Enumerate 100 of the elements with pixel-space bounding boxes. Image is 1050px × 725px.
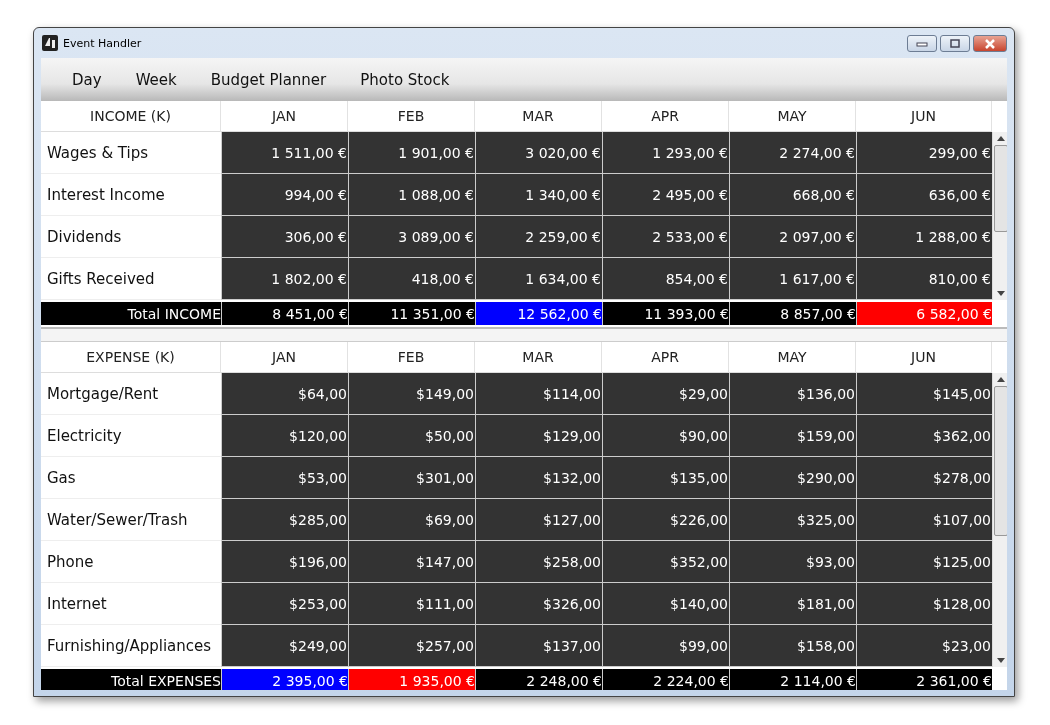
table-cell: 3 089,00 €: [348, 216, 475, 258]
table-cell: 2 274,00 €: [729, 132, 856, 174]
column-header: JUN: [856, 342, 992, 373]
table-cell: 299,00 €: [856, 132, 992, 174]
maximize-button[interactable]: [940, 35, 970, 52]
menu-item[interactable]: Budget Planner: [193, 70, 344, 89]
table-cell: $127,00: [475, 499, 602, 541]
table-cell: $132,00: [475, 457, 602, 499]
total-label: Total EXPENSES: [41, 669, 221, 690]
column-header: MAR: [475, 101, 602, 132]
total-label: Total INCOME: [41, 302, 221, 325]
table-cell: $137,00: [475, 625, 602, 667]
table-cell: $99,00: [602, 625, 729, 667]
table-cell: $64,00: [221, 373, 348, 415]
table-cell: 3 020,00 €: [475, 132, 602, 174]
total-cell: 2 361,00 €: [856, 669, 992, 690]
table-cell: $69,00: [348, 499, 475, 541]
table-cell: $147,00: [348, 541, 475, 583]
total-cell: 6 582,00 €: [856, 302, 992, 325]
table-cell: $285,00: [221, 499, 348, 541]
menu-item[interactable]: Week: [118, 70, 194, 89]
table-cell: $257,00: [348, 625, 475, 667]
table-cell: $145,00: [856, 373, 992, 415]
minimize-button[interactable]: [907, 35, 937, 52]
column-header: MAR: [475, 342, 602, 373]
maximize-icon: [949, 38, 961, 49]
table-cell: $158,00: [729, 625, 856, 667]
table-cell: 810,00 €: [856, 258, 992, 300]
table-cell: 994,00 €: [221, 174, 348, 216]
table-cell: 2 495,00 €: [602, 174, 729, 216]
scrollbar-thumb[interactable]: [993, 145, 1007, 232]
total-cell: 2 224,00 €: [602, 669, 729, 690]
table-cell: 1 340,00 €: [475, 174, 602, 216]
scroll-down-icon[interactable]: [996, 291, 1005, 296]
column-header: JUN: [856, 101, 992, 132]
table-cell: $128,00: [856, 583, 992, 625]
table-cell: $301,00: [348, 457, 475, 499]
total-cell: 8 451,00 €: [221, 302, 348, 325]
total-cell: 12 562,00 €: [475, 302, 602, 325]
table-cell: $290,00: [729, 457, 856, 499]
scroll-up-icon[interactable]: [996, 136, 1005, 141]
column-header: MAY: [729, 101, 856, 132]
total-cell: 8 857,00 €: [729, 302, 856, 325]
table-cell: 2 533,00 €: [602, 216, 729, 258]
table-cell: 1 293,00 €: [602, 132, 729, 174]
table-cell: $326,00: [475, 583, 602, 625]
table-cell: $140,00: [602, 583, 729, 625]
table-cell: $136,00: [729, 373, 856, 415]
column-header: JAN: [221, 342, 348, 373]
column-header: FEB: [348, 101, 475, 132]
column-header: MAY: [729, 342, 856, 373]
table-cell: 1 288,00 €: [856, 216, 992, 258]
table-cell: $258,00: [475, 541, 602, 583]
column-header: APR: [602, 342, 729, 373]
table-cell: $135,00: [602, 457, 729, 499]
table-cell: $111,00: [348, 583, 475, 625]
scrollbar[interactable]: [992, 132, 1007, 300]
table-cell: $107,00: [856, 499, 992, 541]
table-cell: $90,00: [602, 415, 729, 457]
table-cell: 1 901,00 €: [348, 132, 475, 174]
close-icon: [984, 38, 996, 49]
table-cell: 306,00 €: [221, 216, 348, 258]
table-cell: $249,00: [221, 625, 348, 667]
table-cell: 854,00 €: [602, 258, 729, 300]
table-cell: $29,00: [602, 373, 729, 415]
menu-item[interactable]: Photo Stock: [343, 70, 467, 89]
window-title: Event Handler: [63, 36, 142, 50]
total-cell: 11 393,00 €: [602, 302, 729, 325]
close-button[interactable]: [973, 35, 1007, 52]
column-header: FEB: [348, 342, 475, 373]
table-cell: 2 259,00 €: [475, 216, 602, 258]
table-cell: $226,00: [602, 499, 729, 541]
table-cell: $362,00: [856, 415, 992, 457]
column-header: INCOME (K): [41, 101, 221, 132]
scroll-up-icon[interactable]: [996, 377, 1005, 382]
app-icon: [42, 35, 58, 51]
total-cell: 1 935,00 €: [348, 669, 475, 690]
table-cell: 1 617,00 €: [729, 258, 856, 300]
table-cell: $50,00: [348, 415, 475, 457]
total-cell: 2 114,00 €: [729, 669, 856, 690]
table-cell: 1 802,00 €: [221, 258, 348, 300]
total-cell: 2 248,00 €: [475, 669, 602, 690]
total-cell: 11 351,00 €: [348, 302, 475, 325]
scrollbar[interactable]: [992, 373, 1007, 667]
column-header: APR: [602, 101, 729, 132]
total-cell: 2 395,00 €: [221, 669, 348, 690]
table-cell: $181,00: [729, 583, 856, 625]
table-cell: $120,00: [221, 415, 348, 457]
table-cell: $114,00: [475, 373, 602, 415]
scroll-down-icon[interactable]: [996, 658, 1005, 663]
menu-item[interactable]: Day: [55, 70, 119, 89]
scrollbar-thumb[interactable]: [993, 386, 1007, 536]
table-cell: $253,00: [221, 583, 348, 625]
table-cell: 1 634,00 €: [475, 258, 602, 300]
table-cell: 1 511,00 €: [221, 132, 348, 174]
table-cell: $196,00: [221, 541, 348, 583]
table-cell: 2 097,00 €: [729, 216, 856, 258]
table-cell: $53,00: [221, 457, 348, 499]
table-cell: 636,00 €: [856, 174, 992, 216]
table-cell: $93,00: [729, 541, 856, 583]
